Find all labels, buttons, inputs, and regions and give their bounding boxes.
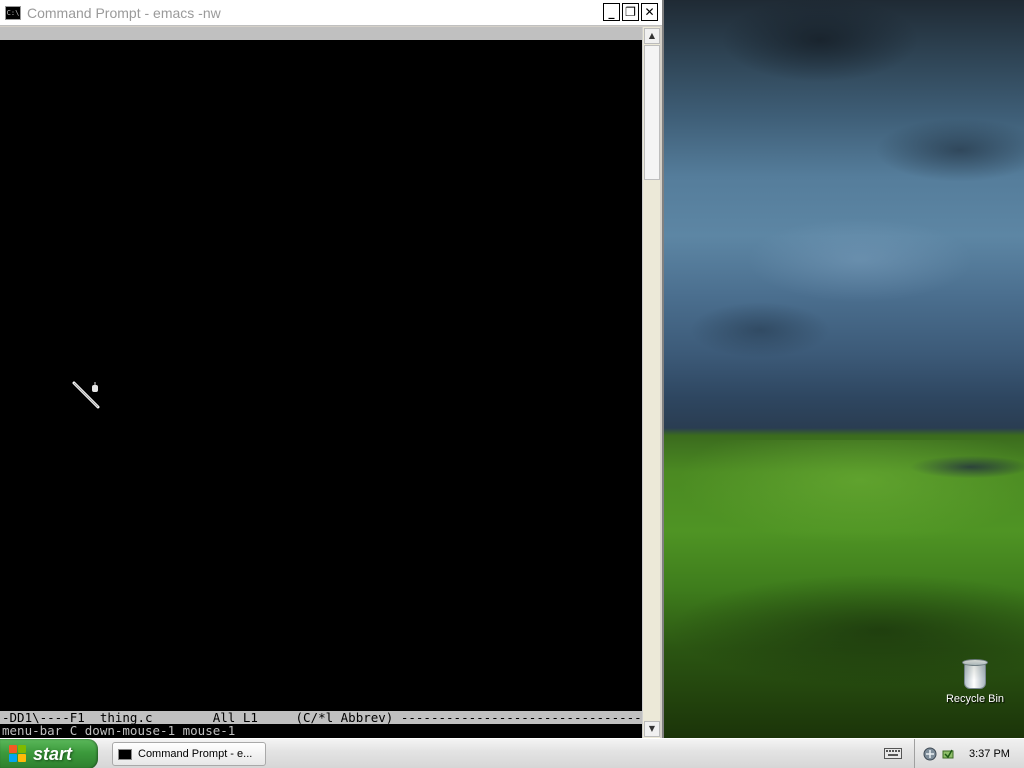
- window-titlebar[interactable]: C:\ Command Prompt - emacs -nw _ ❐ ✕: [0, 0, 662, 26]
- windows-logo-icon: [9, 745, 27, 763]
- recycle-bin-label: Recycle Bin: [945, 693, 1005, 705]
- scroll-up-icon[interactable]: ▲: [644, 28, 660, 44]
- emacs-menu-bar: File Edit Options Buffers Tools C Help: [0, 27, 642, 53]
- wallpaper-hill: [880, 452, 1024, 482]
- menu-buffers[interactable]: Buffers: [181, 39, 234, 54]
- scroll-down-icon[interactable]: ▼: [644, 721, 660, 737]
- window-controls: _ ❐ ✕: [603, 3, 658, 21]
- window-title: Command Prompt - emacs -nw: [27, 4, 221, 21]
- pen-cursor-icon: [72, 381, 100, 409]
- recycle-bin-icon: [962, 658, 988, 690]
- console-icon[interactable]: C:\: [5, 5, 21, 20]
- emacs-echo-area: menu-bar C down-mouse-1 mouse-1: [0, 724, 642, 737]
- system-tray: 3:37 PM: [914, 739, 1024, 768]
- close-button[interactable]: ✕: [641, 3, 658, 21]
- recycle-bin-shortcut[interactable]: Recycle Bin: [940, 658, 1010, 705]
- vertical-scrollbar[interactable]: ▲ ▼: [642, 27, 660, 738]
- console-window: C:\ Command Prompt - emacs -nw _ ❐ ✕ Fil…: [0, 0, 664, 738]
- menu-edit[interactable]: Edit: [84, 39, 114, 54]
- console-icon: [118, 748, 132, 760]
- menu-tools[interactable]: Tools: [241, 39, 279, 54]
- taskbar: start Command Prompt - e... 3:37 PM: [0, 738, 1024, 768]
- scroll-thumb[interactable]: [644, 45, 660, 180]
- minimize-button[interactable]: _: [603, 3, 620, 21]
- clock[interactable]: 3:37 PM: [969, 748, 1010, 760]
- taskbar-button-label: Command Prompt - e...: [138, 748, 253, 760]
- menu-options[interactable]: Options: [121, 39, 174, 54]
- keyboard-icon[interactable]: [884, 746, 902, 760]
- start-label: start: [33, 743, 73, 764]
- safely-remove-icon[interactable]: [941, 747, 955, 761]
- menu-c[interactable]: C: [285, 39, 293, 54]
- taskbar-button-command-prompt[interactable]: Command Prompt - e...: [112, 742, 266, 766]
- restore-button[interactable]: ❐: [622, 3, 639, 21]
- network-icon[interactable]: [923, 747, 937, 761]
- menu-file[interactable]: File: [47, 39, 77, 54]
- emacs-console[interactable]: File Edit Options Buffers Tools C Help -DD1\--…: [0, 27, 642, 738]
- start-button[interactable]: start: [0, 739, 98, 768]
- menu-help[interactable]: Help: [300, 39, 330, 54]
